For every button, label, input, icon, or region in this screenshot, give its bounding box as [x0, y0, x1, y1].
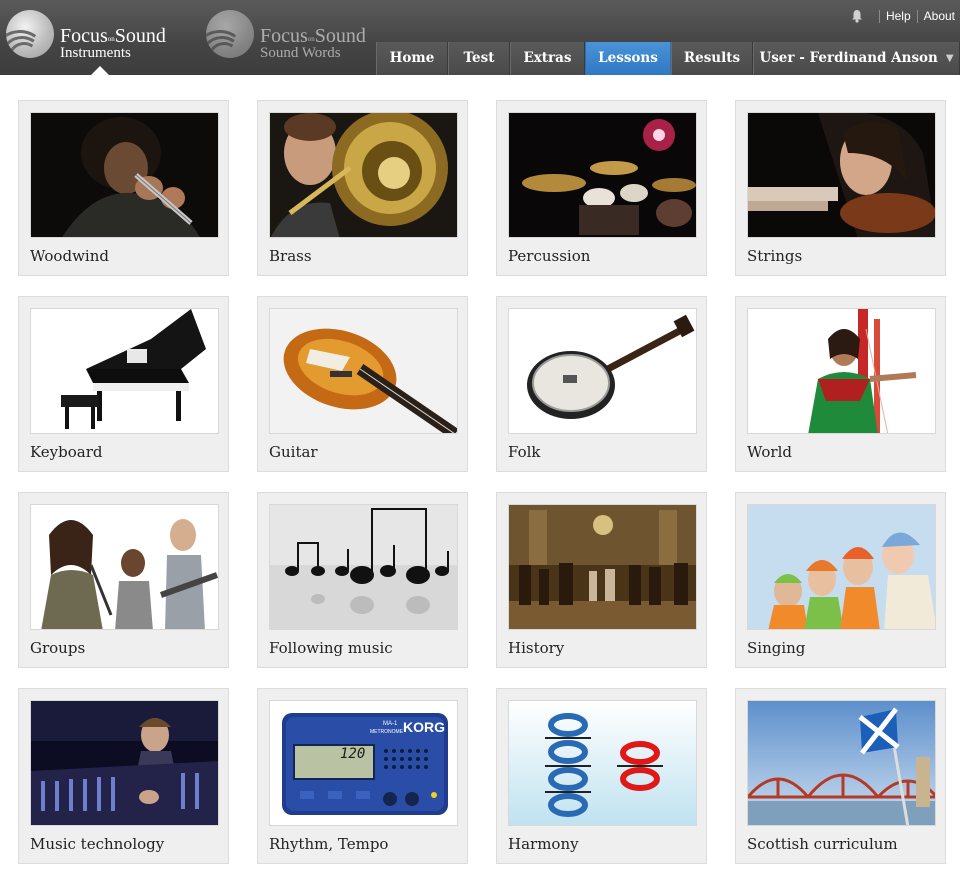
- lesson-tile-harmony[interactable]: Harmony: [496, 688, 707, 864]
- band-photo: [30, 504, 219, 630]
- grand-piano-photo: [30, 308, 219, 434]
- lesson-tile-history[interactable]: History: [496, 492, 707, 668]
- lesson-tile-groups[interactable]: Groups: [18, 492, 229, 668]
- lesson-tile-following-music[interactable]: Following music: [257, 492, 468, 668]
- mixing-desk-photo: [30, 700, 219, 826]
- lesson-label: Keyboard: [30, 443, 103, 461]
- electric-guitar-photo: [269, 308, 458, 434]
- lesson-label: Guitar: [269, 443, 318, 461]
- lesson-tile-guitar[interactable]: Guitar: [257, 296, 468, 472]
- trombone-player-photo: [269, 112, 458, 238]
- lesson-tile-world[interactable]: World: [735, 296, 946, 472]
- lesson-tile-percussion[interactable]: Percussion: [496, 100, 707, 276]
- metronome-display: 120: [340, 746, 366, 762]
- lesson-tile-keyboard[interactable]: Keyboard: [18, 296, 229, 472]
- lesson-label: Woodwind: [30, 247, 109, 265]
- harmony-notes-photo: [508, 700, 697, 826]
- lesson-tile-music-technology[interactable]: Music technology: [18, 688, 229, 864]
- lesson-label: Following music: [269, 639, 393, 657]
- baroque-painting-photo: [508, 504, 697, 630]
- lesson-tile-strings[interactable]: Strings: [735, 100, 946, 276]
- lesson-tile-singing[interactable]: Singing: [735, 492, 946, 668]
- lesson-tile-woodwind[interactable]: Woodwind: [18, 100, 229, 276]
- lesson-tile-folk[interactable]: Folk: [496, 296, 707, 472]
- lesson-label: Music technology: [30, 835, 165, 853]
- lesson-label: Folk: [508, 443, 541, 461]
- lesson-label: Scottish curriculum: [747, 835, 898, 853]
- lesson-label: Rhythm, Tempo: [269, 835, 389, 853]
- flute-player-photo: [30, 112, 219, 238]
- lesson-label: Brass: [269, 247, 312, 265]
- violinist-photo: [747, 112, 936, 238]
- banjo-photo: [508, 308, 697, 434]
- lesson-grid: Woodwind Brass Percussion Strings Keyboa…: [0, 0, 960, 876]
- lesson-label: Strings: [747, 247, 803, 265]
- carol-singers-photo: [747, 504, 936, 630]
- forth-bridge-photo: [747, 700, 936, 826]
- lesson-label: Singing: [747, 639, 806, 657]
- drum-kit-photo: [508, 112, 697, 238]
- lesson-tile-rhythm-tempo[interactable]: KORG MA-1 METRONOME 120 Rhythm, Tempo: [257, 688, 468, 864]
- lesson-label: Percussion: [508, 247, 591, 265]
- music-notes-photo: [269, 504, 458, 630]
- device-brand: KORG: [403, 719, 445, 735]
- lesson-label: Harmony: [508, 835, 579, 853]
- lesson-label: History: [508, 639, 565, 657]
- device-name: METRONOME: [370, 729, 404, 735]
- lesson-tile-scottish-curriculum[interactable]: Scottish curriculum: [735, 688, 946, 864]
- lesson-label: World: [747, 443, 792, 461]
- lesson-label: Groups: [30, 639, 86, 657]
- metronome-photo: KORG MA-1 METRONOME 120: [269, 700, 458, 826]
- lesson-tile-brass[interactable]: Brass: [257, 100, 468, 276]
- device-model: MA-1: [383, 721, 398, 727]
- harp-singer-photo: [747, 308, 936, 434]
